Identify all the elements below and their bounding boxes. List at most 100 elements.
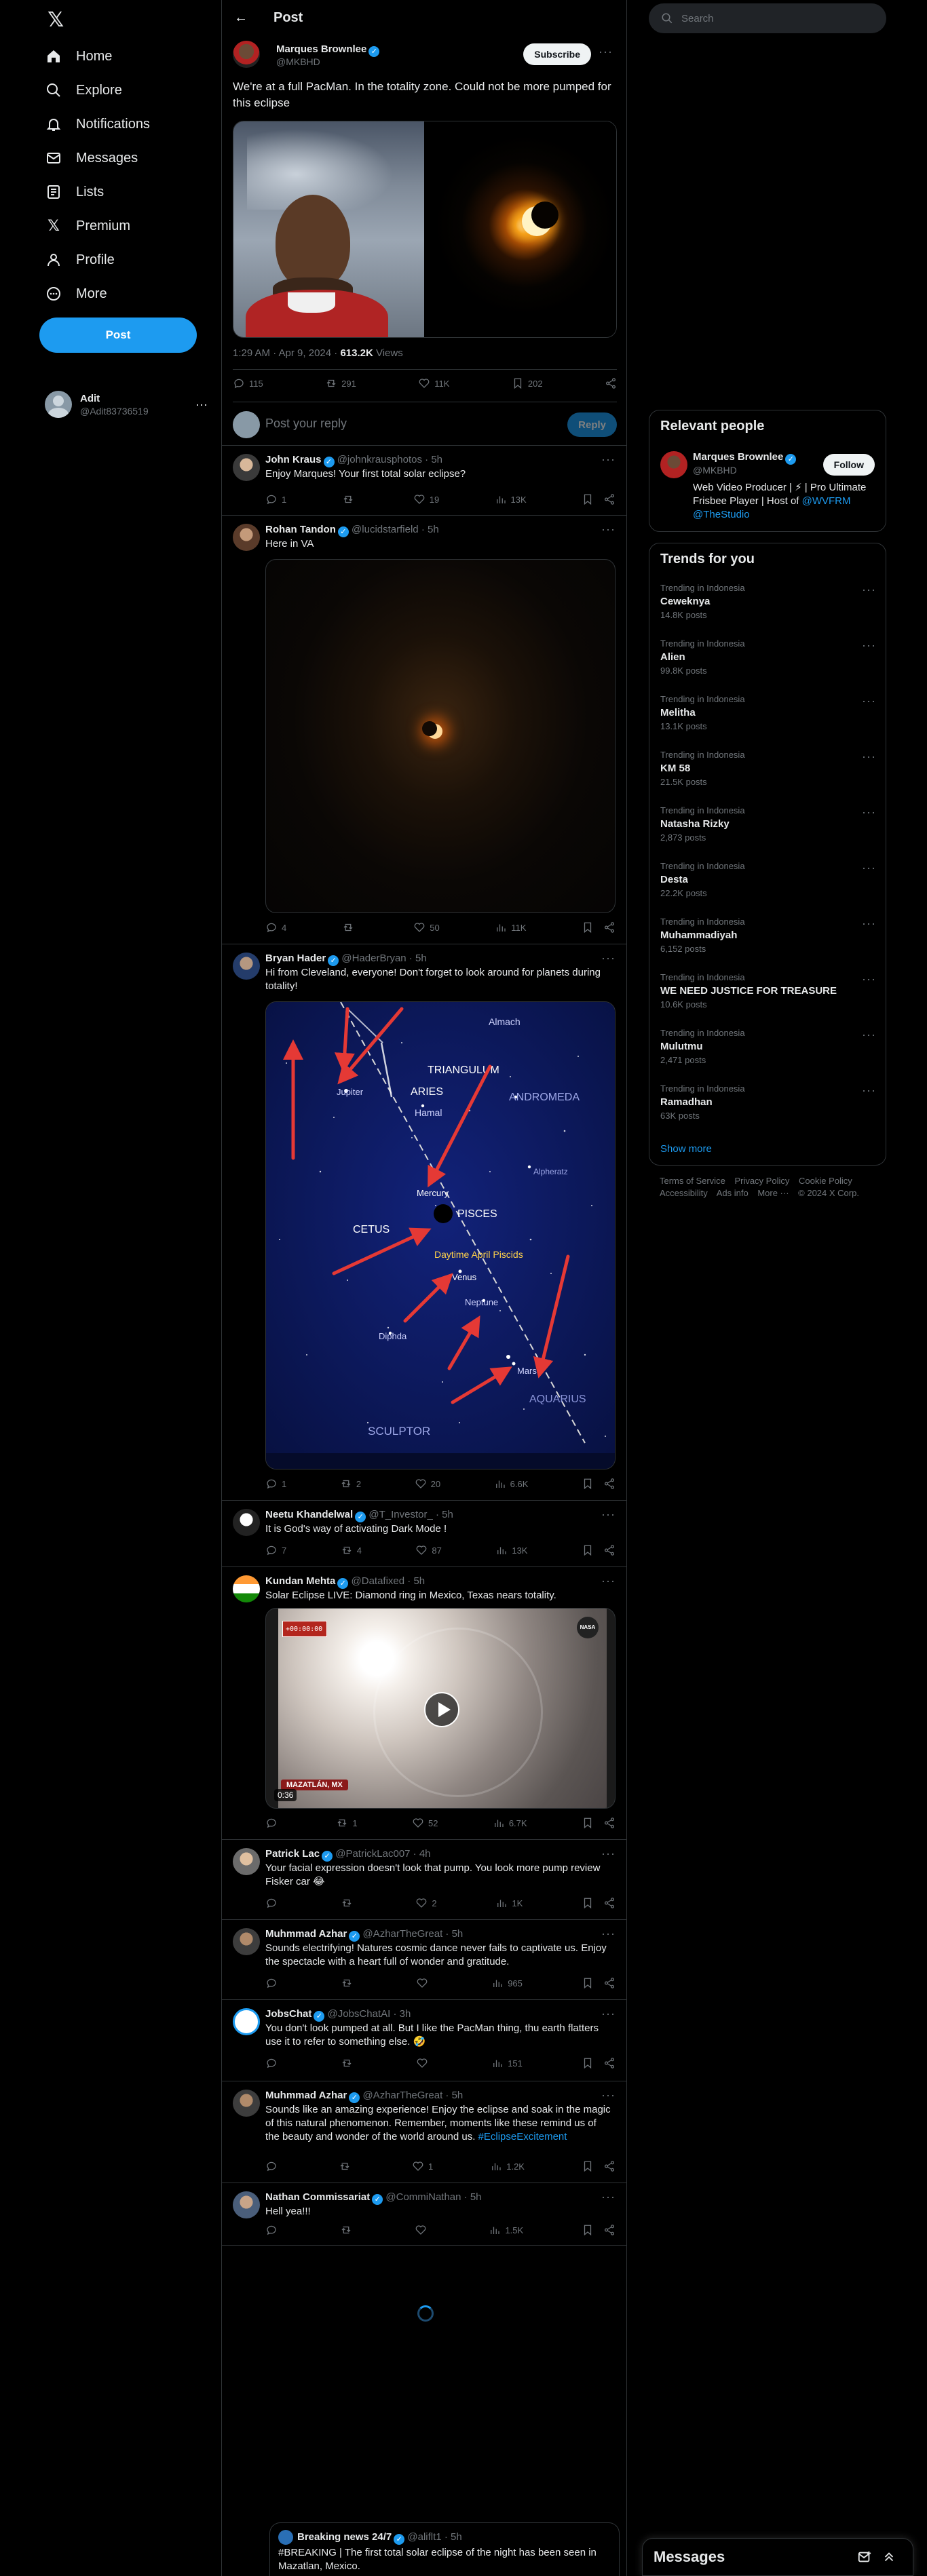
avatar[interactable]	[233, 953, 260, 980]
trend-item[interactable]: Trending in Indonesia WE NEED JUSTICE FOR…	[660, 972, 876, 1028]
trend-item[interactable]: Trending in Indonesia Desta 22.2K posts ···	[660, 861, 876, 917]
views-action[interactable]: 1.5K	[489, 2224, 523, 2236]
person-name[interactable]: Marques Brownlee	[693, 451, 783, 463]
avatar[interactable]	[233, 454, 260, 481]
trend-item[interactable]: Trending in Indonesia Ceweknya 14.8K posts…	[660, 583, 876, 638]
more-options-icon[interactable]: ···	[862, 638, 876, 653]
trend-item[interactable]: Trending in Indonesia Mulutmu 2,471 posts ·…	[660, 1028, 876, 1083]
trend-item[interactable]: Trending in Indonesia Alien 99.8K posts ···	[660, 638, 876, 694]
repost-action[interactable]: 2	[340, 1478, 361, 1490]
avatar[interactable]	[233, 1848, 260, 1875]
nav-notifications[interactable]: Notifications	[45, 107, 150, 141]
search-input[interactable]: Search	[681, 13, 714, 24]
back-arrow-icon[interactable]: ←	[234, 10, 249, 26]
reply-action[interactable]: 7	[265, 1544, 286, 1556]
share-icon[interactable]	[603, 1817, 616, 1829]
trend-item[interactable]: Trending in Indonesia Ramadhan 63K posts ··…	[660, 1083, 876, 1139]
like-action[interactable]: 87	[415, 1544, 442, 1556]
bookmark-icon[interactable]	[582, 1817, 594, 1829]
post-button[interactable]: Post	[39, 318, 197, 353]
avatar[interactable]	[233, 1509, 260, 1536]
quoted-post[interactable]: Breaking news 24/7 ✓ @aliflt1 · 5h #BREAK…	[269, 2522, 620, 2576]
trend-item[interactable]: Trending in Indonesia Muhammadiyah 6,152 p…	[660, 917, 876, 972]
reply-action[interactable]	[265, 1817, 282, 1829]
more-options-icon[interactable]: ···	[862, 694, 876, 708]
avatar[interactable]	[233, 41, 260, 68]
nav-lists[interactable]: Lists	[45, 175, 104, 209]
reply-post[interactable]: Muhmmad Azhar ✓ @AzharTheGreat · 5h ··· S…	[222, 2081, 626, 2183]
share-icon[interactable]	[603, 2057, 616, 2069]
share-icon[interactable]	[603, 1478, 616, 1490]
views-action[interactable]: 965	[491, 1977, 523, 1989]
share-icon[interactable]	[603, 1544, 616, 1556]
nav-messages[interactable]: Messages	[45, 141, 138, 175]
author-handle[interactable]: @CommiNathan · 5h	[385, 2191, 481, 2203]
reply-post[interactable]: Patrick Lac ✓ @PatrickLac007 · 4h ··· You…	[222, 1840, 626, 1920]
bookmark-icon[interactable]	[582, 1544, 594, 1556]
post-media[interactable]	[233, 121, 617, 338]
more-options-icon[interactable]: ···	[601, 951, 616, 965]
avatar[interactable]	[233, 2008, 260, 2035]
reply-button[interactable]: Reply	[567, 412, 617, 437]
reply-post[interactable]: Muhmmad Azhar ✓ @AzharTheGreat · 5h ··· S…	[222, 1920, 626, 2000]
share-icon[interactable]	[603, 921, 616, 934]
author-handle[interactable]: @T_Investor_ · 5h	[368, 1509, 453, 1520]
repost-action[interactable]	[341, 2057, 357, 2069]
video-player[interactable]: +00:00:00 NASA MAZATLÁN, MX 0:36	[265, 1608, 616, 1809]
author-handle[interactable]: @MKBHD	[276, 56, 320, 67]
nav-profile[interactable]: Profile	[45, 243, 115, 277]
bio-link[interactable]: @WVFRM	[802, 495, 851, 507]
bookmark-icon[interactable]	[582, 1478, 594, 1490]
more-options-icon[interactable]: ···	[599, 45, 613, 59]
author-name[interactable]: Muhmmad Azhar	[265, 1928, 347, 1940]
footer-link[interactable]: Ads info	[717, 1188, 749, 1198]
views-action[interactable]: 11K	[495, 921, 526, 934]
avatar[interactable]	[660, 451, 687, 478]
footer-link[interactable]: Privacy Policy	[734, 1176, 789, 1186]
like-action[interactable]	[416, 1977, 432, 1989]
reply-post[interactable]: Bryan Hader ✓ @HaderBryan · 5h ··· Hi fro…	[222, 944, 626, 1501]
share-icon[interactable]	[603, 2160, 616, 2172]
x-logo-icon[interactable]: 𝕏	[48, 8, 69, 32]
bookmark-icon[interactable]	[582, 1977, 594, 1989]
reply-action[interactable]	[265, 2224, 282, 2236]
more-options-icon[interactable]: ···	[862, 917, 876, 931]
repost-action[interactable]	[342, 921, 358, 934]
author-name[interactable]: Bryan Hader	[265, 953, 326, 964]
repost-action[interactable]: 291	[325, 377, 356, 389]
more-options-icon[interactable]: ···	[601, 2007, 616, 2021]
author-name[interactable]: Neetu Khandelwal	[265, 1509, 353, 1520]
nav-more[interactable]: More	[45, 277, 107, 311]
author-handle[interactable]: @PatrickLac007 · 4h	[335, 1848, 430, 1860]
like-action[interactable]: 19	[413, 493, 439, 505]
more-options-icon[interactable]: ···	[601, 1507, 616, 1522]
author-name[interactable]: Nathan Commissariat	[265, 2191, 370, 2203]
trend-item[interactable]: Trending in Indonesia Melitha 13.1K posts ·…	[660, 694, 876, 750]
author-name[interactable]: Marques Brownlee	[276, 43, 366, 55]
repost-action[interactable]	[340, 2224, 356, 2236]
share-icon[interactable]	[603, 1897, 616, 1909]
like-action[interactable]: 1	[412, 2160, 433, 2172]
nav-home[interactable]: Home	[45, 39, 112, 73]
more-options-icon[interactable]: ···	[862, 1028, 876, 1042]
author-name[interactable]: John Kraus	[265, 454, 322, 465]
more-options-icon[interactable]: ···	[601, 453, 616, 467]
author-handle[interactable]: @lucidstarfield · 5h	[352, 524, 439, 535]
reply-action[interactable]	[265, 2057, 282, 2069]
author-name[interactable]: Muhmmad Azhar	[265, 2090, 347, 2101]
like-action[interactable]: 2	[415, 1897, 437, 1909]
post-time[interactable]: 1:29 AM · Apr 9, 2024 ·	[233, 347, 340, 359]
more-icon[interactable]: ···	[195, 398, 208, 412]
follow-button[interactable]: Follow	[822, 454, 875, 476]
show-more-link[interactable]: Show more	[660, 1143, 712, 1155]
more-options-icon[interactable]: ···	[862, 750, 876, 764]
subscribe-button[interactable]: Subscribe	[523, 43, 591, 65]
more-options-icon[interactable]: ···	[601, 1927, 616, 1941]
new-message-icon[interactable]	[857, 2550, 872, 2567]
reply-action[interactable]: 1	[265, 493, 286, 505]
footer-link[interactable]: Cookie Policy	[799, 1176, 852, 1186]
reply-action[interactable]	[265, 1977, 282, 1989]
reply-post[interactable]: Neetu Khandelwal ✓ @T_Investor_ · 5h ··· …	[222, 1501, 626, 1567]
share-icon[interactable]	[603, 1977, 616, 1989]
reply-action[interactable]: 1	[265, 1478, 286, 1490]
